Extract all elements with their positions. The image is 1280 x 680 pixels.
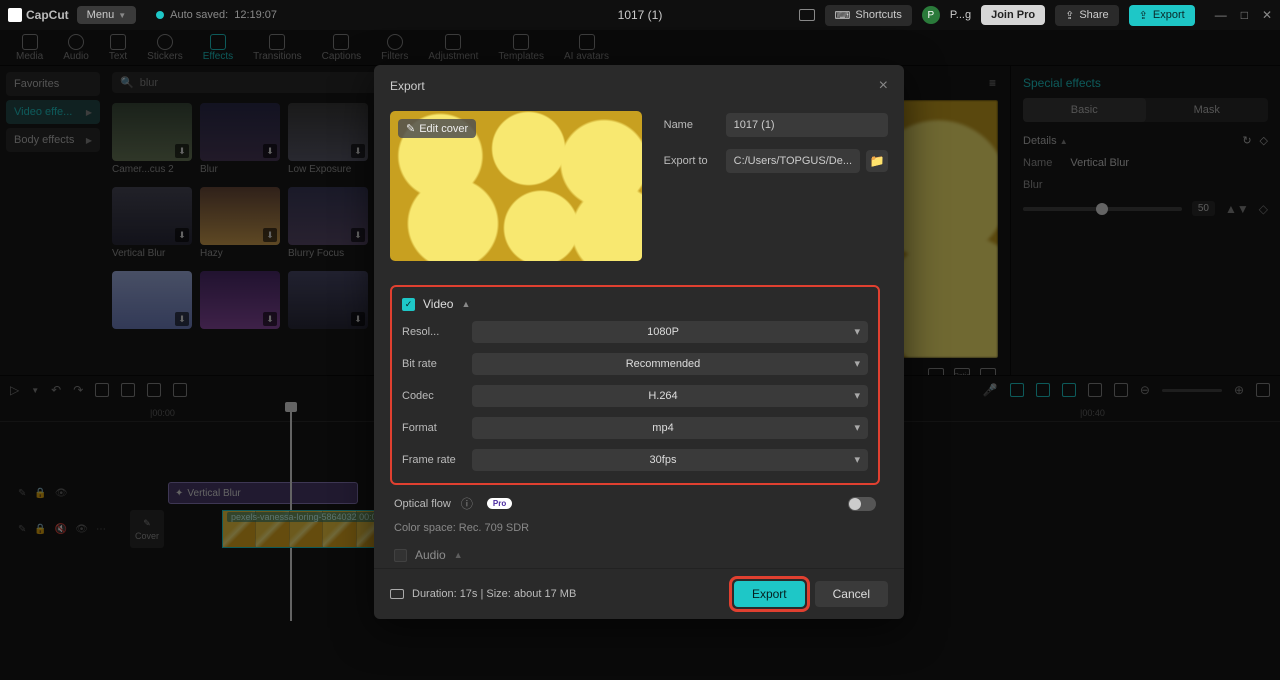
cancel-button[interactable]: Cancel (815, 581, 888, 607)
shortcuts-button[interactable]: ⌨Shortcuts (825, 5, 912, 26)
duration-icon (390, 589, 404, 599)
export-button[interactable]: Export (734, 581, 805, 607)
folder-icon[interactable]: 📁 (866, 150, 888, 172)
keyboard-icon: ⌨ (835, 9, 851, 22)
app-logo: CapCut (8, 8, 69, 22)
export-icon: ⇪ (1139, 9, 1148, 22)
info-icon[interactable]: ⓘ (461, 495, 473, 512)
export-modal: Export × ✎Edit cover Name 1017 (1) Expor… (374, 65, 904, 619)
close-icon[interactable]: ✕ (1262, 8, 1272, 22)
codec-select[interactable]: H.264 (472, 385, 868, 407)
dot-icon (156, 11, 164, 19)
modal-close-icon[interactable]: × (879, 77, 888, 95)
avatar[interactable]: P (922, 6, 940, 24)
document-title[interactable]: 1017 (1) (618, 8, 663, 22)
export-top-button[interactable]: ⇪Export (1129, 5, 1195, 26)
menu-button[interactable]: Menu▼ (77, 6, 136, 24)
user-name: P...g (950, 9, 971, 21)
pencil-icon: ✎ (406, 122, 415, 135)
optical-flow-toggle[interactable] (848, 497, 876, 511)
format-select[interactable]: mp4 (472, 417, 868, 439)
video-settings-group: ✓Video▲ Resol...1080P Bit rateRecommende… (390, 285, 880, 485)
minimize-icon[interactable]: — (1215, 8, 1227, 22)
autosave-indicator: Auto saved: 12:19:07 (156, 9, 277, 21)
framerate-select[interactable]: 30fps (472, 449, 868, 471)
resolution-select[interactable]: 1080P (472, 321, 868, 343)
colorspace-info: Color space: Rec. 709 SDR (390, 522, 880, 548)
share-button[interactable]: ⇪Share (1055, 5, 1119, 26)
logo-icon (8, 8, 22, 22)
maximize-icon[interactable]: □ (1241, 8, 1248, 22)
video-checkbox[interactable]: ✓ (402, 298, 415, 311)
modal-title: Export (390, 79, 425, 93)
layout-icon[interactable] (799, 9, 815, 21)
bitrate-select[interactable]: Recommended (472, 353, 868, 375)
join-pro-button[interactable]: Join Pro (981, 5, 1045, 25)
edit-cover-button[interactable]: ✎Edit cover (398, 119, 476, 138)
titlebar: CapCut Menu▼ Auto saved: 12:19:07 1017 (… (0, 0, 1280, 30)
cover-preview: ✎Edit cover (390, 111, 642, 261)
pro-badge: Pro (487, 498, 512, 509)
path-field[interactable]: C:/Users/TOPGUS/De... (726, 149, 860, 173)
share-icon: ⇪ (1065, 9, 1074, 22)
audio-checkbox[interactable]: ✓ (394, 549, 407, 562)
name-field[interactable]: 1017 (1) (726, 113, 888, 137)
